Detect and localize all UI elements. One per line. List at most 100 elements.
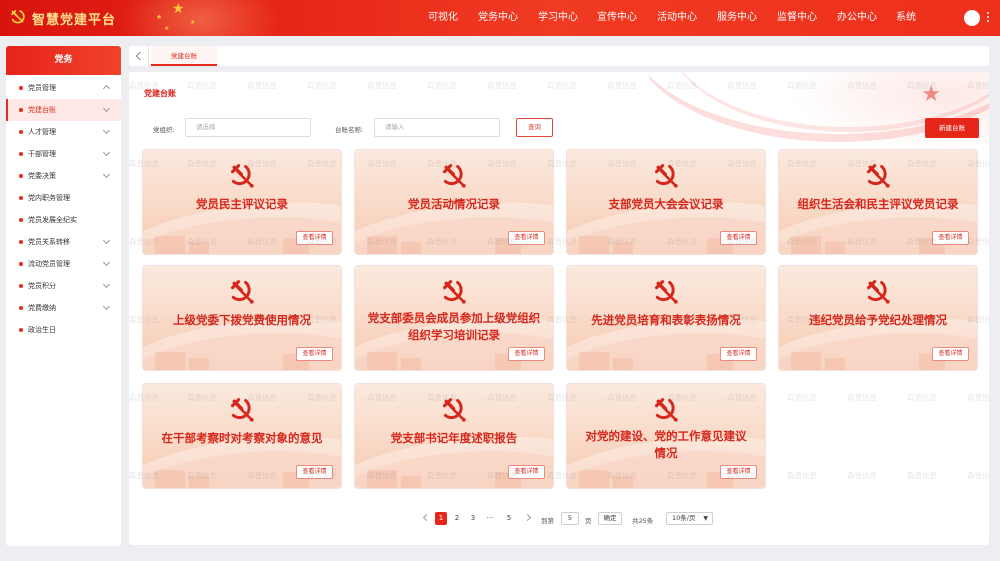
hammer-sickle-icon [865,279,893,307]
star-icon: ★ [164,25,170,32]
goto-confirm-button[interactable]: 确定 [598,512,622,525]
view-details-button[interactable]: 查看详情 [932,231,969,245]
prev-page-icon[interactable] [422,513,431,522]
ledger-card-title-line: 组织学习培训记录 [408,328,500,342]
watermark-text: 森普信息 [367,81,397,90]
page-number[interactable]: 2 [451,512,463,525]
sidebar-item[interactable]: 政治生日 [6,319,121,341]
nav-item[interactable]: 服务中心 [717,0,757,36]
ledger-card-title: 上级党委下拨党费使用情况 [147,312,337,329]
sidebar-item-label: 党委决策 [28,172,56,180]
view-details-button[interactable]: 查看详情 [508,465,545,479]
view-details-button[interactable]: 查看详情 [508,347,545,361]
view-details-button[interactable]: 查看详情 [296,465,333,479]
ledger-card[interactable]: 支部党员大会会议记录 查看详情 [567,150,765,254]
more-vertical-icon[interactable] [986,10,990,26]
header-decoration: ★ [649,72,989,152]
ledger-card[interactable]: 党员活动情况记录 查看详情 [355,150,553,254]
app-title[interactable]: 智慧党建平台 [32,9,116,28]
view-details-button[interactable]: 查看详情 [932,347,969,361]
view-details-button[interactable]: 查看详情 [720,231,757,245]
view-details-button[interactable]: 查看详情 [296,347,333,361]
watermark-text: 森普信息 [307,81,337,90]
watermark-text: 森普信息 [967,471,989,480]
tab-scroll-left-button[interactable] [129,46,149,66]
nav-item[interactable]: 学习中心 [538,0,578,36]
sidebar-item[interactable]: 党员积分 [6,275,121,297]
ledger-name-input[interactable]: 请输入 [374,118,500,137]
goto-page-input[interactable]: 5 [561,512,579,525]
nav-item[interactable]: 可视化 [428,0,458,36]
star-icon: ★ [172,1,185,17]
ledger-card[interactable]: 党员民主评议记录 查看详情 [143,150,341,254]
ledger-card-title: 党支部书记年度述职报告 [359,430,549,447]
ledger-card-title-line: 上级党委下拨党费使用情况 [173,313,311,327]
sidebar-item[interactable]: 人才管理 [6,121,121,143]
view-details-button[interactable]: 查看详情 [296,231,333,245]
sidebar-item[interactable]: 干部管理 [6,143,121,165]
hammer-sickle-icon [653,163,681,191]
new-ledger-button[interactable]: 新建台账 [925,118,979,138]
ledger-card[interactable]: 先进党员培育和表彰表扬情况查看详情 [567,266,765,370]
query-button[interactable]: 查询 [516,118,553,137]
sidebar-item[interactable]: 党内职务管理 [6,187,121,209]
watermark-text: 森普信息 [907,393,937,402]
bullet-icon [19,196,23,200]
page-number[interactable]: 1 [435,512,447,525]
ledger-card[interactable]: 在干部考察时对考察对象的意见查看详情 [143,384,341,488]
sidebar-item[interactable]: 党员关系转移 [6,231,121,253]
bullet-icon [19,152,23,156]
sidebar-item[interactable]: 流动党员管理 [6,253,121,275]
nav-item[interactable]: 宣传中心 [597,0,637,36]
view-details-button[interactable]: 查看详情 [508,231,545,245]
nav-item[interactable]: 党务中心 [478,0,518,36]
watermark-text: 森普信息 [787,393,817,402]
ledger-card-title: 先进党员培育和表彰表扬情况 [571,312,761,329]
ledger-name-label: 台账名称: [335,126,364,134]
sidebar-item-label: 党员管理 [28,84,56,92]
ledger-card[interactable]: 违纪党员给予党纪处理情况查看详情 [779,266,977,370]
sidebar-item[interactable]: 党员管理 [6,77,121,99]
bullet-icon [19,328,23,332]
sidebar-item-label: 人才管理 [28,128,56,136]
page-size-select[interactable]: 10条/页 ▼ [666,512,713,525]
ledger-card[interactable]: 对党的建设、党的工作意见建议 情况查看详情 [567,384,765,488]
sidebar-item[interactable]: 党建台账 [6,99,121,121]
avatar[interactable] [964,10,980,26]
chevron-up-icon [102,84,111,93]
ledger-card[interactable]: 上级党委下拨党费使用情况查看详情 [143,266,341,370]
chevron-down-icon [102,236,111,245]
org-select[interactable]: 请选择 [185,118,311,137]
chevron-down-icon [102,258,111,267]
page-size-value: 10条/页 [672,514,696,522]
ledger-card[interactable]: 党支部委员会成员参加上级党组织 组织学习培训记录 查看详情 [355,266,553,370]
pagination-ellipsis[interactable]: ··· [484,512,496,525]
page-number[interactable]: 5 [503,512,515,525]
sidebar-item[interactable]: 党费缴纳 [6,297,121,319]
sidebar-item-label: 流动党员管理 [28,260,70,268]
sidebar-item-label: 党员关系转移 [28,238,70,246]
nav-item[interactable]: 活动中心 [657,0,697,36]
ledger-card[interactable]: 组织生活会和民主评议党员记录查看详情 [779,150,977,254]
ledger-card-title-line: 在干部考察时对考察对象的意见 [161,431,323,445]
nav-item[interactable]: 系统 [896,0,916,36]
page-number[interactable]: 3 [467,512,479,525]
page-title: 党建台账 [144,89,176,98]
tab-ledger[interactable]: 党建台账 [151,46,217,66]
ledger-card-title: 对党的建设、党的工作意见建议 情况 [571,428,761,462]
sidebar-item[interactable]: 党委决策 [6,165,121,187]
view-details-button[interactable]: 查看详情 [720,347,757,361]
nav-item[interactable]: 监督中心 [777,0,817,36]
sidebar-header: 党务 [6,46,121,75]
view-details-button[interactable]: 查看详情 [720,465,757,479]
nav-item[interactable]: 办公中心 [837,0,877,36]
hammer-sickle-icon [865,163,893,191]
ledger-card[interactable]: 党支部书记年度述职报告查看详情 [355,384,553,488]
hammer-sickle-icon [653,397,681,425]
sidebar-item-label: 干部管理 [28,150,56,158]
ledger-card-title-line: 违纪党员给予党纪处理情况 [809,313,947,327]
ledger-card-title-line: 组织生活会和民主评议党员记录 [797,197,959,211]
chevron-down-icon [102,280,111,289]
sidebar-item[interactable]: 党员发展全纪实 [6,209,121,231]
next-page-icon[interactable] [523,513,532,522]
